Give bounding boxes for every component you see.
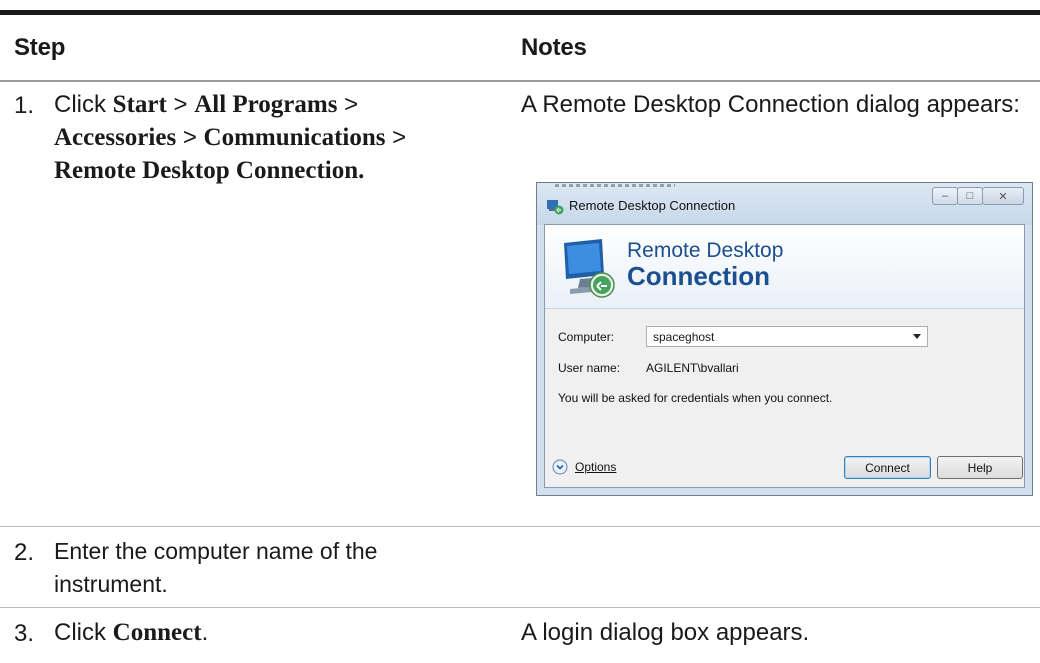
dropdown-arrow-icon[interactable] [913, 334, 921, 339]
menu-remote-desktop-connection: Remote Desktop Connection. [54, 157, 365, 184]
menu-separator: > [337, 91, 359, 118]
step-2-text: Enter the computer name of the instrumen… [54, 538, 378, 597]
minimize-icon[interactable]: – [932, 187, 958, 205]
username-value: AGILENT\bvallari [646, 361, 739, 375]
help-button[interactable]: Help [937, 456, 1023, 479]
menu-start: Start [112, 91, 167, 118]
row-divider [0, 526, 1040, 527]
computer-label: Computer: [558, 330, 615, 344]
window-controls: – □ ✕ [932, 187, 1024, 205]
step-3-text: Click Connect. [54, 616, 484, 649]
dialog-title: Remote Desktop Connection [569, 198, 736, 213]
menu-separator: > [166, 91, 195, 118]
step-number: 1. [14, 92, 35, 119]
menu-communications: Communications [203, 124, 386, 151]
dialog-body: Remote Desktop Connection Computer: spac… [544, 224, 1025, 488]
step-1-text: Click Start > All Programs > Accessories… [54, 88, 484, 187]
close-icon[interactable]: ✕ [982, 187, 1024, 205]
dialog-banner: Remote Desktop Connection [545, 225, 1024, 309]
connect-keyword: Connect [112, 619, 202, 646]
computer-value[interactable]: spaceghost [653, 330, 714, 344]
menu-separator: > [385, 124, 407, 151]
banner-title-line1: Remote Desktop [627, 239, 784, 262]
step-3-click: Click [54, 619, 113, 646]
connect-button[interactable]: Connect [844, 456, 931, 479]
expand-options-icon[interactable] [552, 459, 568, 475]
username-label: User name: [558, 361, 621, 375]
step-3-note: A login dialog box appears. [521, 619, 810, 646]
row-divider [0, 607, 1040, 608]
top-rule [0, 10, 1040, 15]
step-number: 3. [14, 620, 35, 647]
step-1-note: A Remote Desktop Connection dialog appea… [521, 91, 1020, 118]
header-step: Step [14, 34, 66, 61]
credentials-message: You will be asked for credentials when y… [558, 391, 833, 405]
options-link[interactable]: Options [575, 460, 616, 474]
remote-desktop-icon [547, 200, 564, 215]
menu-accessories: Accessories [54, 124, 177, 151]
step-1-click: Click [54, 91, 113, 118]
remote-desktop-dialog: Remote Desktop Connection – □ ✕ Remote D… [536, 182, 1033, 496]
menu-all-programs: All Programs [194, 91, 338, 118]
header-notes: Notes [521, 34, 587, 61]
step-number: 2. [14, 539, 35, 566]
computer-combobox[interactable]: spaceghost [646, 326, 928, 347]
step-3-period: . [201, 619, 209, 646]
remote-desktop-icon [564, 239, 615, 298]
cropped-edge [555, 184, 675, 187]
header-divider [0, 80, 1040, 82]
maximize-icon[interactable]: □ [957, 187, 983, 205]
banner-title-line2: Connection [627, 261, 770, 291]
dialog-title-bar: Remote Desktop Connection – □ ✕ [537, 183, 1032, 225]
menu-separator: > [176, 124, 204, 151]
